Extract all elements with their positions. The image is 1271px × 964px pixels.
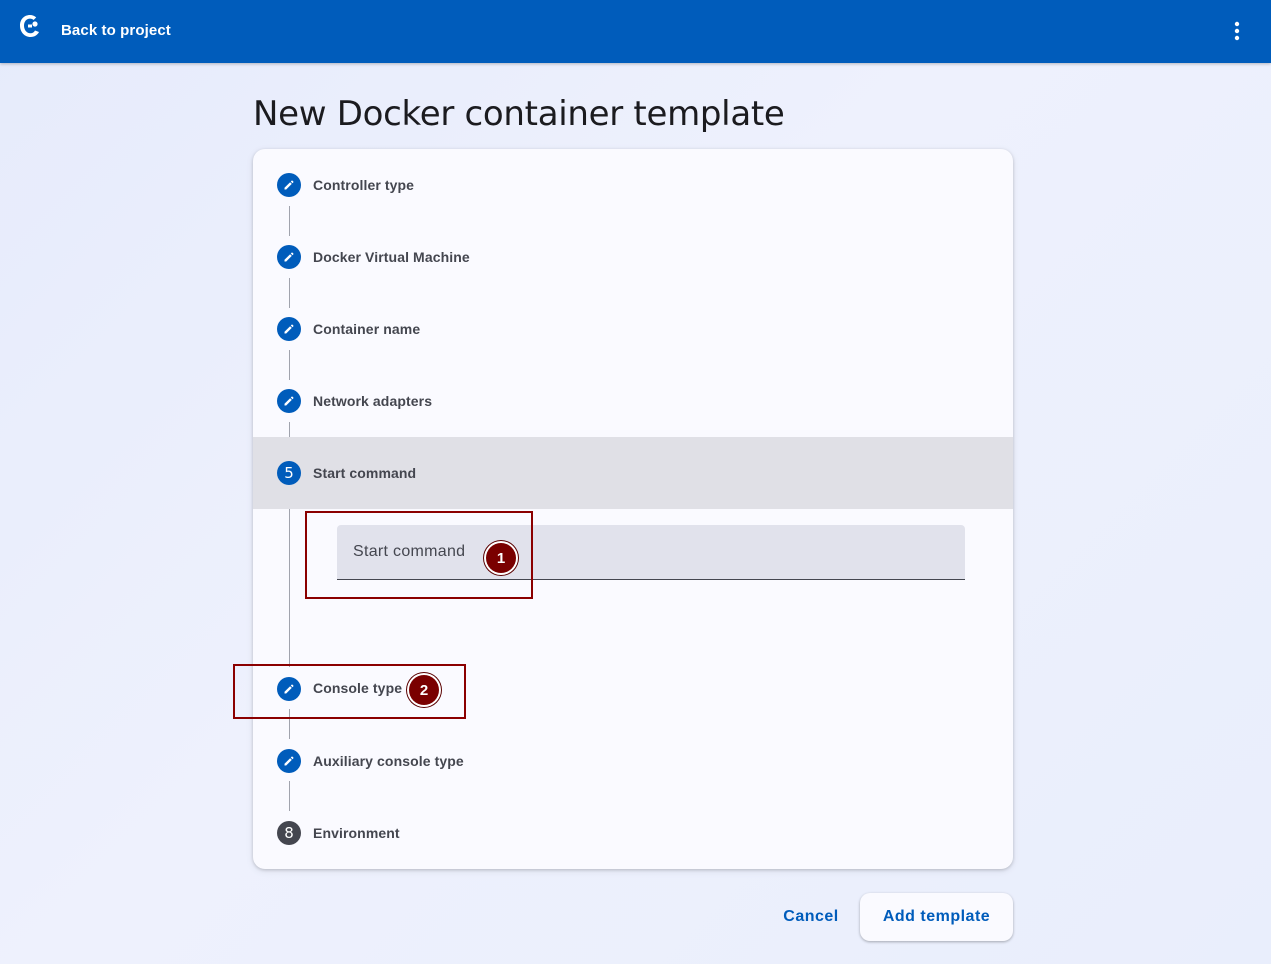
step-number-badge: 8 bbox=[277, 821, 301, 845]
step-controller-type[interactable]: Controller type bbox=[253, 149, 1013, 221]
app-logo-icon[interactable] bbox=[17, 13, 41, 39]
edit-icon bbox=[277, 245, 301, 269]
step-label: Controller type bbox=[313, 177, 415, 193]
step-auxiliary-console-type[interactable]: Auxiliary console type bbox=[253, 725, 1013, 797]
edit-icon bbox=[277, 389, 301, 413]
step-network-adapters[interactable]: Network adapters bbox=[253, 365, 1013, 437]
step-label: Auxiliary console type bbox=[313, 753, 464, 769]
add-template-button[interactable]: Add template bbox=[860, 893, 1013, 941]
edit-icon bbox=[277, 317, 301, 341]
page-title: New Docker container template bbox=[253, 94, 785, 134]
back-to-project-link[interactable]: Back to project bbox=[61, 22, 171, 39]
step-docker-virtual-machine[interactable]: Docker Virtual Machine bbox=[253, 221, 1013, 293]
more-menu-button[interactable] bbox=[1222, 16, 1252, 46]
step-label: Start command bbox=[313, 465, 417, 481]
step-container-name[interactable]: Container name bbox=[253, 293, 1013, 365]
step-environment[interactable]: 8 Environment bbox=[253, 797, 1013, 869]
cancel-button[interactable]: Cancel bbox=[770, 893, 852, 941]
step-label: Network adapters bbox=[313, 393, 433, 409]
step-number-badge: 5 bbox=[277, 461, 301, 485]
annotation-badge-1: 1 bbox=[486, 543, 516, 573]
top-app-bar: Back to project bbox=[0, 0, 1271, 63]
step-label: Container name bbox=[313, 321, 421, 337]
step-label: Environment bbox=[313, 825, 400, 841]
step-connector bbox=[289, 494, 290, 667]
step-label: Docker Virtual Machine bbox=[313, 249, 470, 265]
annotation-badge-2: 2 bbox=[409, 675, 439, 705]
more-vert-icon bbox=[1234, 21, 1240, 41]
step-start-command[interactable]: 5 Start command bbox=[253, 437, 1013, 509]
edit-icon bbox=[277, 749, 301, 773]
edit-icon bbox=[277, 173, 301, 197]
template-stepper-card: Controller type Docker Virtual Machine C… bbox=[253, 149, 1013, 869]
